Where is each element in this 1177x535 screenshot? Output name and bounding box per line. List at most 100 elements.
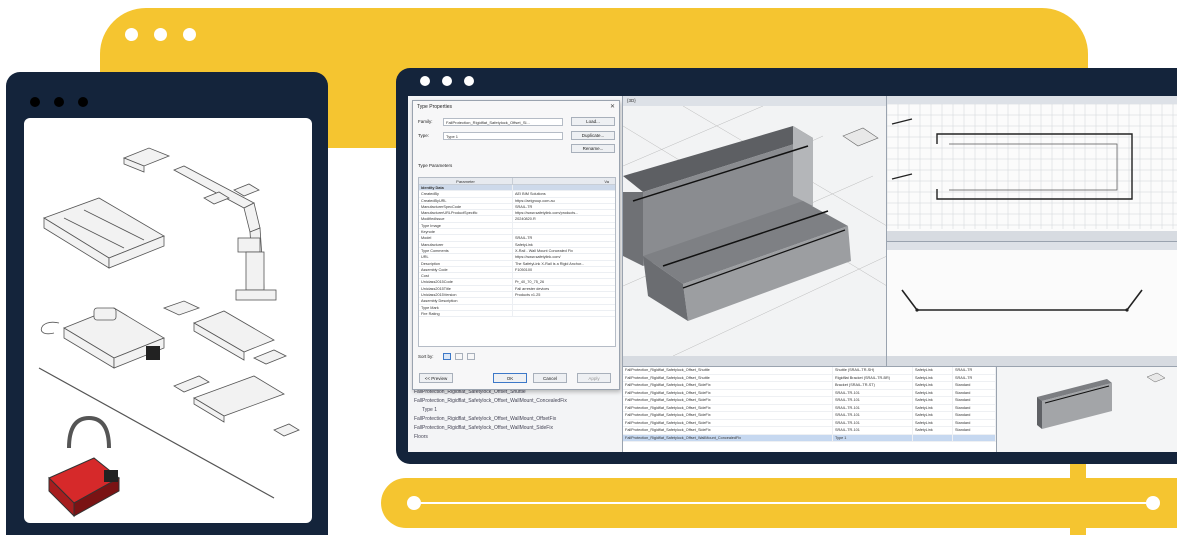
preview-3d-view[interactable]	[996, 366, 1177, 452]
schedule-row[interactable]: FallProtection_Rigidflat_Safetylock_Offs…	[623, 389, 996, 397]
param-value[interactable]: https://aeigroup.com.au	[513, 198, 615, 203]
viewcube-icon	[1146, 372, 1166, 383]
plan-grid-drawing	[887, 104, 1177, 229]
schedule-cell: SRAIL-TR-101	[833, 404, 913, 411]
param-name: URL	[419, 254, 513, 260]
plan-view-1-status-bar	[887, 231, 1177, 241]
browser-item[interactable]: FallProtection_Rigidflat_Safetylock_Offs…	[414, 415, 620, 424]
param-name: Uniclass2015Code	[419, 279, 513, 285]
sort-tree-icon[interactable]	[467, 353, 475, 360]
schedule-row[interactable]: FallProtection_Rigidflat_Safetylock_Offs…	[623, 397, 996, 405]
preview-button[interactable]: << Preview	[419, 373, 453, 383]
param-value[interactable]: https://www.safetylink.com/	[513, 254, 615, 259]
param-value[interactable]: https://www.safetylink.com/products...	[513, 210, 615, 215]
schedule-cell: FallProtection_Rigidflat_Safetylock_Offs…	[623, 419, 833, 426]
type-parameters-label: Type Parameters	[418, 163, 453, 168]
param-value[interactable]	[513, 273, 615, 278]
close-icon[interactable]: ✕	[610, 103, 615, 110]
browser-item[interactable]: Type 1	[414, 406, 620, 415]
schedule-row[interactable]: FallProtection_Rigidflat_Safetylock_Offs…	[623, 367, 996, 375]
param-value[interactable]	[513, 229, 615, 234]
schedule-cell: FallProtection_Rigidflat_Safetylock_Offs…	[623, 404, 833, 411]
schedule-row[interactable]: FallProtection_Rigidflat_Safetylock_Offs…	[623, 434, 996, 442]
cancel-button[interactable]: Cancel	[533, 373, 567, 383]
param-value[interactable]: AEI BIM Solutions	[513, 191, 615, 196]
revit-application: FallProtection_Rigidflat_Safetylock_Offs…	[408, 96, 1177, 452]
schedule-cell: SafetyLink	[913, 374, 953, 381]
schedule-row[interactable]: FallProtection_Rigidflat_Safetylock_Offs…	[623, 427, 996, 435]
param-name: Model	[419, 235, 513, 241]
schedule-cell: SafetyLink	[913, 382, 953, 389]
project-browser-list: FallProtection_Rigidflat_Safetylock_Offs…	[414, 388, 620, 442]
schedule-cell: Bracket (SRAIL-TR-ST)	[833, 382, 913, 389]
param-row[interactable]: Fire Rating	[419, 310, 615, 318]
slider-knob-left	[407, 496, 421, 510]
param-value[interactable]	[513, 311, 615, 316]
schedule-cell: SafetyLink	[913, 367, 953, 374]
plan-view-2-tab[interactable]	[887, 242, 1177, 250]
param-value[interactable]: Pr_40_70_75_26	[513, 279, 615, 284]
schedule-row[interactable]: FallProtection_Rigidflat_Safetylock_Offs…	[623, 382, 996, 390]
black-end-cap	[146, 346, 160, 360]
schedule-cell: SafetyLink	[913, 427, 953, 434]
view-3d[interactable]: {3D}	[622, 96, 887, 366]
param-value[interactable]: Fall arrester devices	[513, 286, 615, 291]
sort-list-icon[interactable]	[455, 353, 463, 360]
schedule-cell: Standard	[953, 389, 996, 396]
schedule-row[interactable]: FallProtection_Rigidflat_Safetylock_Offs…	[623, 412, 996, 420]
schedule-cell: SRAIL-TR-101	[833, 389, 913, 396]
schedule-cell: SafetyLink	[913, 397, 953, 404]
plan-view-1[interactable]	[886, 96, 1177, 241]
browser-item[interactable]: FallProtection_Rigidflat_Safetylock_Offs…	[414, 424, 620, 433]
param-value[interactable]	[513, 223, 615, 228]
param-value[interactable]	[513, 305, 615, 310]
schedule-cell: SRAIL-TR-101	[833, 397, 913, 404]
param-value[interactable]: SRAIL-TR	[513, 235, 615, 240]
param-value[interactable]: SRAIL-TR	[513, 204, 615, 209]
schedule-cell: FallProtection_Rigidflat_Safetylock_Offs…	[623, 374, 833, 381]
plan-view-2[interactable]	[886, 241, 1177, 366]
schedule-row[interactable]: FallProtection_Rigidflat_Safetylock_Offs…	[623, 374, 996, 382]
param-value[interactable]	[513, 298, 615, 303]
schedule-row[interactable]: FallProtection_Rigidflat_Safetylock_Offs…	[623, 419, 996, 427]
apply-button[interactable]: Apply	[577, 373, 611, 383]
schedule-cell: SRAIL-TR-101	[833, 427, 913, 434]
schedule-cell: FallProtection_Rigidflat_Safetylock_Offs…	[623, 412, 833, 419]
view-3d-tab[interactable]: {3D}	[623, 96, 886, 106]
schedule-cell: FallProtection_Rigidflat_Safetylock_Offs…	[623, 382, 833, 389]
schedule-cell: FallProtection_Rigidflat_Safetylock_Offs…	[623, 389, 833, 396]
red-rescue-device	[48, 415, 120, 518]
param-value[interactable]: X-Rail - Wall Mount Concealed Fix	[513, 248, 615, 253]
schedule-cell: SRAIL-TR-101	[833, 419, 913, 426]
ok-button[interactable]: OK	[493, 373, 527, 383]
param-name: Type Comments	[419, 247, 513, 254]
family-select[interactable]: FallProtection_Rigidflat_Safetylock_Offs…	[443, 118, 563, 126]
param-value[interactable]	[513, 185, 615, 190]
schedule-row[interactable]: FallProtection_Rigidflat_Safetylock_Offs…	[623, 404, 996, 412]
plan-view-1-tab[interactable]	[887, 96, 1177, 104]
param-value[interactable]: 20240820.R	[513, 216, 615, 221]
slider-knob-right	[1146, 496, 1160, 510]
schedule-cell: Standard	[953, 419, 996, 426]
type-select[interactable]: Type 1	[443, 132, 563, 140]
param-value[interactable]: F1050100	[513, 267, 615, 272]
product-parts-drawing	[38, 147, 300, 518]
browser-item[interactable]: Floors	[414, 433, 620, 442]
schedule-cell: Standard	[953, 382, 996, 389]
rename-button[interactable]: Rename...	[571, 144, 615, 153]
view-3d-status-bar	[623, 356, 886, 366]
param-value[interactable]: Products v1.25	[513, 292, 615, 297]
type-label: Type:	[418, 133, 430, 138]
param-value[interactable]: SafetyLink	[513, 242, 615, 247]
browser-item[interactable]: FallProtection_Rigidflat_Safetylock_Offs…	[414, 397, 620, 406]
sort-grid-icon[interactable]	[443, 353, 451, 360]
schedule-cell: Standard	[953, 404, 996, 411]
param-name: ManufacturerURLProductSpecific	[419, 210, 513, 216]
col-parameter: Parameter	[419, 178, 513, 184]
param-value[interactable]: The SafetyLink X-Rail is a Rigid Anchor.…	[513, 261, 615, 266]
param-rows: Identity Data CreatedBy AEI BIM Solutions C…	[419, 185, 615, 318]
duplicate-button[interactable]: Duplicate...	[571, 131, 615, 140]
param-name: Description	[419, 260, 513, 266]
schedule-cell: SafetyLink	[913, 419, 953, 426]
load-button[interactable]: Load...	[571, 117, 615, 126]
